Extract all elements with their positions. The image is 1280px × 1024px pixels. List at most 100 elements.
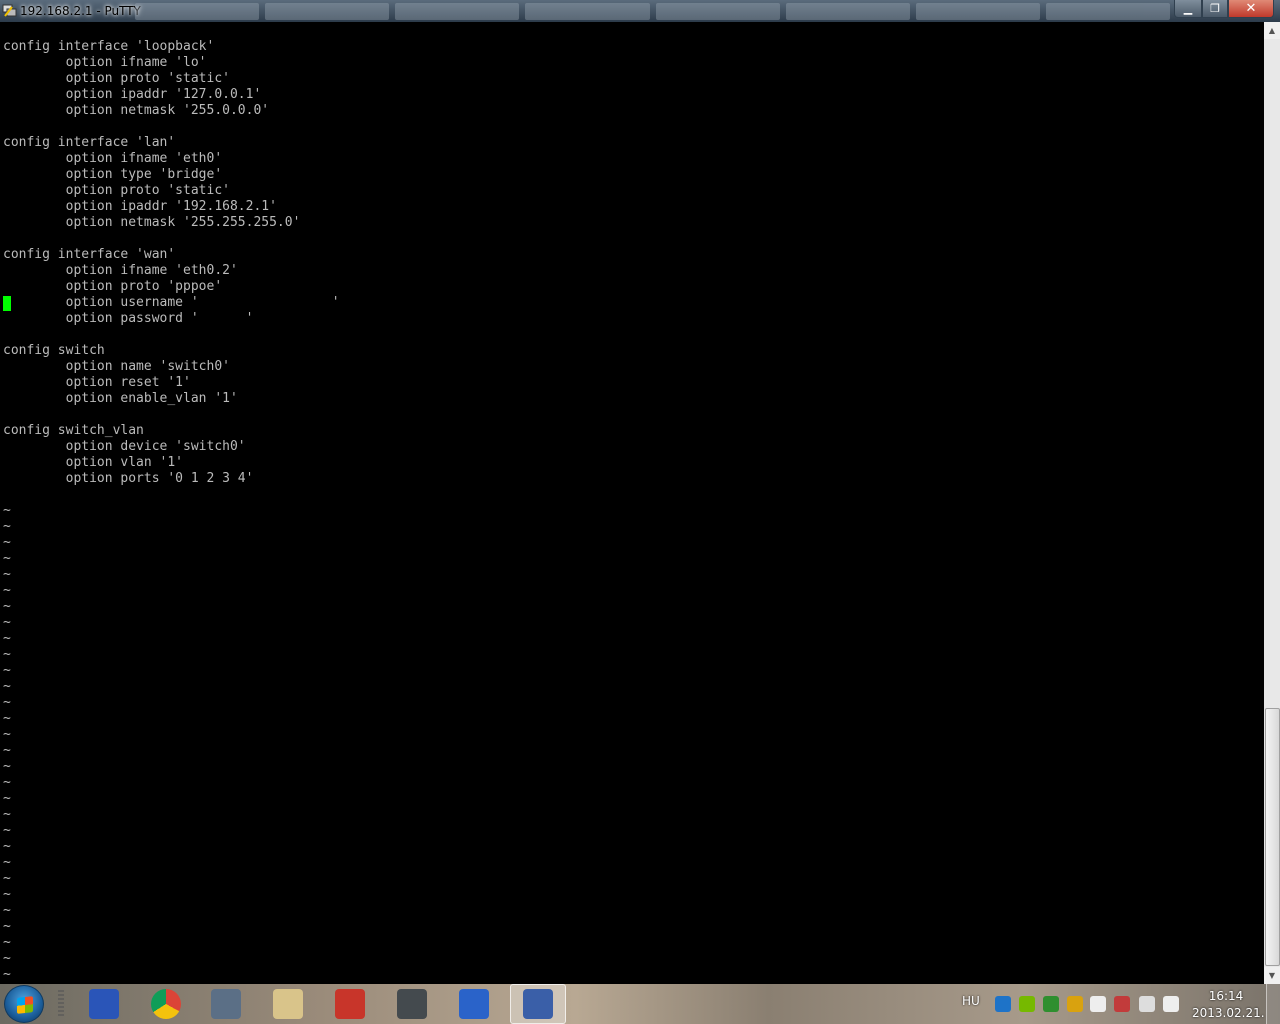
config-line: config switch_vlan — [3, 423, 144, 438]
clock-time[interactable]: 16:14 — [1196, 989, 1256, 1003]
empty-line-marker: ~ — [3, 631, 11, 646]
empty-line-marker: ~ — [3, 727, 11, 742]
putty-icon[interactable] — [2, 3, 17, 18]
empty-line-marker: ~ — [3, 679, 11, 694]
empty-line-marker: ~ — [3, 839, 11, 854]
putty-icon — [523, 989, 553, 1019]
utorrent-icon[interactable] — [1043, 996, 1059, 1012]
empty-line-marker: ~ — [3, 583, 11, 598]
empty-line-marker: ~ — [3, 567, 11, 582]
taskbar-app-world-of-tanks-xvm[interactable] — [384, 984, 440, 1024]
title-bar[interactable]: 192.168.2.1 - PuTTY ▁ ❐ ✕ — [0, 0, 1280, 22]
empty-line-marker: ~ — [3, 535, 11, 550]
config-line: config interface 'loopback' — [3, 39, 215, 54]
world-of-tanks-xvm-icon — [397, 989, 427, 1019]
config-line — [3, 407, 340, 423]
config-line: option enable_vlan '1' — [3, 391, 238, 406]
scroll-down-icon[interactable]: ▼ — [1264, 967, 1280, 984]
config-line — [3, 327, 340, 343]
empty-line-marker: ~ — [3, 503, 11, 518]
config-line: option ports '0 1 2 3 4' — [3, 471, 254, 486]
tool-icon[interactable] — [1067, 996, 1083, 1012]
app-icon[interactable] — [1114, 996, 1130, 1012]
text-cursor — [3, 296, 11, 311]
flag-icon[interactable] — [1090, 996, 1106, 1012]
dropbox-icon[interactable] — [995, 996, 1011, 1012]
taskbar-app-backup-app[interactable] — [76, 984, 132, 1024]
city-app-icon — [459, 989, 489, 1019]
background-windows — [135, 3, 1170, 20]
empty-line-marker: ~ — [3, 887, 11, 902]
taskbar-separator[interactable] — [58, 990, 64, 1018]
taskbar-app-putty[interactable] — [510, 984, 566, 1024]
taskbar: HU 16:14 2013.02.21. — [0, 984, 1280, 1024]
empty-line-marker: ~ — [3, 615, 11, 630]
taskbar-app-downloader[interactable] — [322, 984, 378, 1024]
config-line — [3, 231, 340, 247]
volume-icon[interactable] — [1163, 996, 1179, 1012]
start-button[interactable] — [4, 985, 44, 1023]
config-line: option ifname 'eth0.2' — [3, 263, 238, 278]
config-line: option device 'switch0' — [3, 439, 246, 454]
config-line: config interface 'wan' — [3, 247, 176, 262]
close-button[interactable]: ✕ — [1228, 0, 1274, 18]
terminal-text: config interface 'loopback' option ifnam… — [3, 39, 340, 984]
taskbar-app-file-explorer[interactable] — [260, 984, 316, 1024]
config-line: config switch — [3, 343, 105, 358]
empty-line-marker: ~ — [3, 519, 11, 534]
config-line: option proto 'static' — [3, 71, 230, 86]
empty-line-marker: ~ — [3, 951, 11, 966]
show-desktop-button[interactable] — [1266, 984, 1280, 1024]
vertical-scrollbar[interactable]: ▲ ▼ — [1264, 22, 1280, 984]
empty-line-marker: ~ — [3, 695, 11, 710]
chrome-icon — [151, 989, 181, 1019]
config-line: option proto 'static' — [3, 183, 230, 198]
empty-line-marker: ~ — [3, 807, 11, 822]
config-line: option ipaddr '192.168.2.1' — [3, 199, 277, 214]
config-line: option vlan '1' — [3, 455, 184, 470]
backup-app-icon — [89, 989, 119, 1019]
empty-line-marker: ~ — [3, 871, 11, 886]
config-line: option netmask '255.0.0.0' — [3, 103, 270, 118]
config-line: option ifname 'eth0' — [3, 151, 223, 166]
nvidia-icon[interactable] — [1019, 996, 1035, 1012]
config-line: option name 'switch0' — [3, 359, 230, 374]
scrollbar-thumb[interactable] — [1265, 708, 1280, 966]
empty-line-marker: ~ — [3, 775, 11, 790]
empty-line-marker: ~ — [3, 711, 11, 726]
empty-line-marker: ~ — [3, 743, 11, 758]
terminal-area[interactable]: config interface 'loopback' option ifnam… — [0, 22, 1264, 984]
config-line: option proto 'pppoe' — [3, 279, 223, 294]
empty-line-marker: ~ — [3, 599, 11, 614]
downloader-icon — [335, 989, 365, 1019]
taskbar-app-chrome[interactable] — [138, 984, 194, 1024]
file-explorer-icon — [273, 989, 303, 1019]
taskbar-app-city-app[interactable] — [446, 984, 502, 1024]
network-icon[interactable] — [1139, 996, 1155, 1012]
config-line: option password ' ' — [3, 311, 254, 326]
config-line: config interface 'lan' — [3, 135, 176, 150]
config-line: option type 'bridge' — [3, 167, 223, 182]
config-line — [3, 119, 340, 135]
minimize-button[interactable]: ▁ — [1174, 0, 1202, 18]
empty-line-marker: ~ — [3, 967, 11, 982]
empty-line-marker: ~ — [3, 855, 11, 870]
steam-icon — [211, 989, 241, 1019]
taskbar-app-steam[interactable] — [198, 984, 254, 1024]
empty-line-marker: ~ — [3, 759, 11, 774]
empty-line-marker: ~ — [3, 647, 11, 662]
config-line: option ipaddr '127.0.0.1' — [3, 87, 262, 102]
maximize-button[interactable]: ❐ — [1202, 0, 1228, 18]
config-line: option reset '1' — [3, 375, 191, 390]
empty-line-marker: ~ — [3, 903, 11, 918]
scroll-up-icon[interactable]: ▲ — [1264, 22, 1280, 39]
window-title: 192.168.2.1 - PuTTY — [20, 4, 141, 18]
config-line: option netmask '255.255.255.0' — [3, 215, 301, 230]
config-line — [3, 487, 340, 503]
language-indicator[interactable]: HU — [962, 994, 980, 1008]
windows-logo-icon — [17, 996, 33, 1014]
empty-line-marker: ~ — [3, 919, 11, 934]
clock-date[interactable]: 2013.02.21. — [1192, 1006, 1265, 1020]
empty-line-marker: ~ — [3, 791, 11, 806]
config-line: option ifname 'lo' — [3, 55, 207, 70]
